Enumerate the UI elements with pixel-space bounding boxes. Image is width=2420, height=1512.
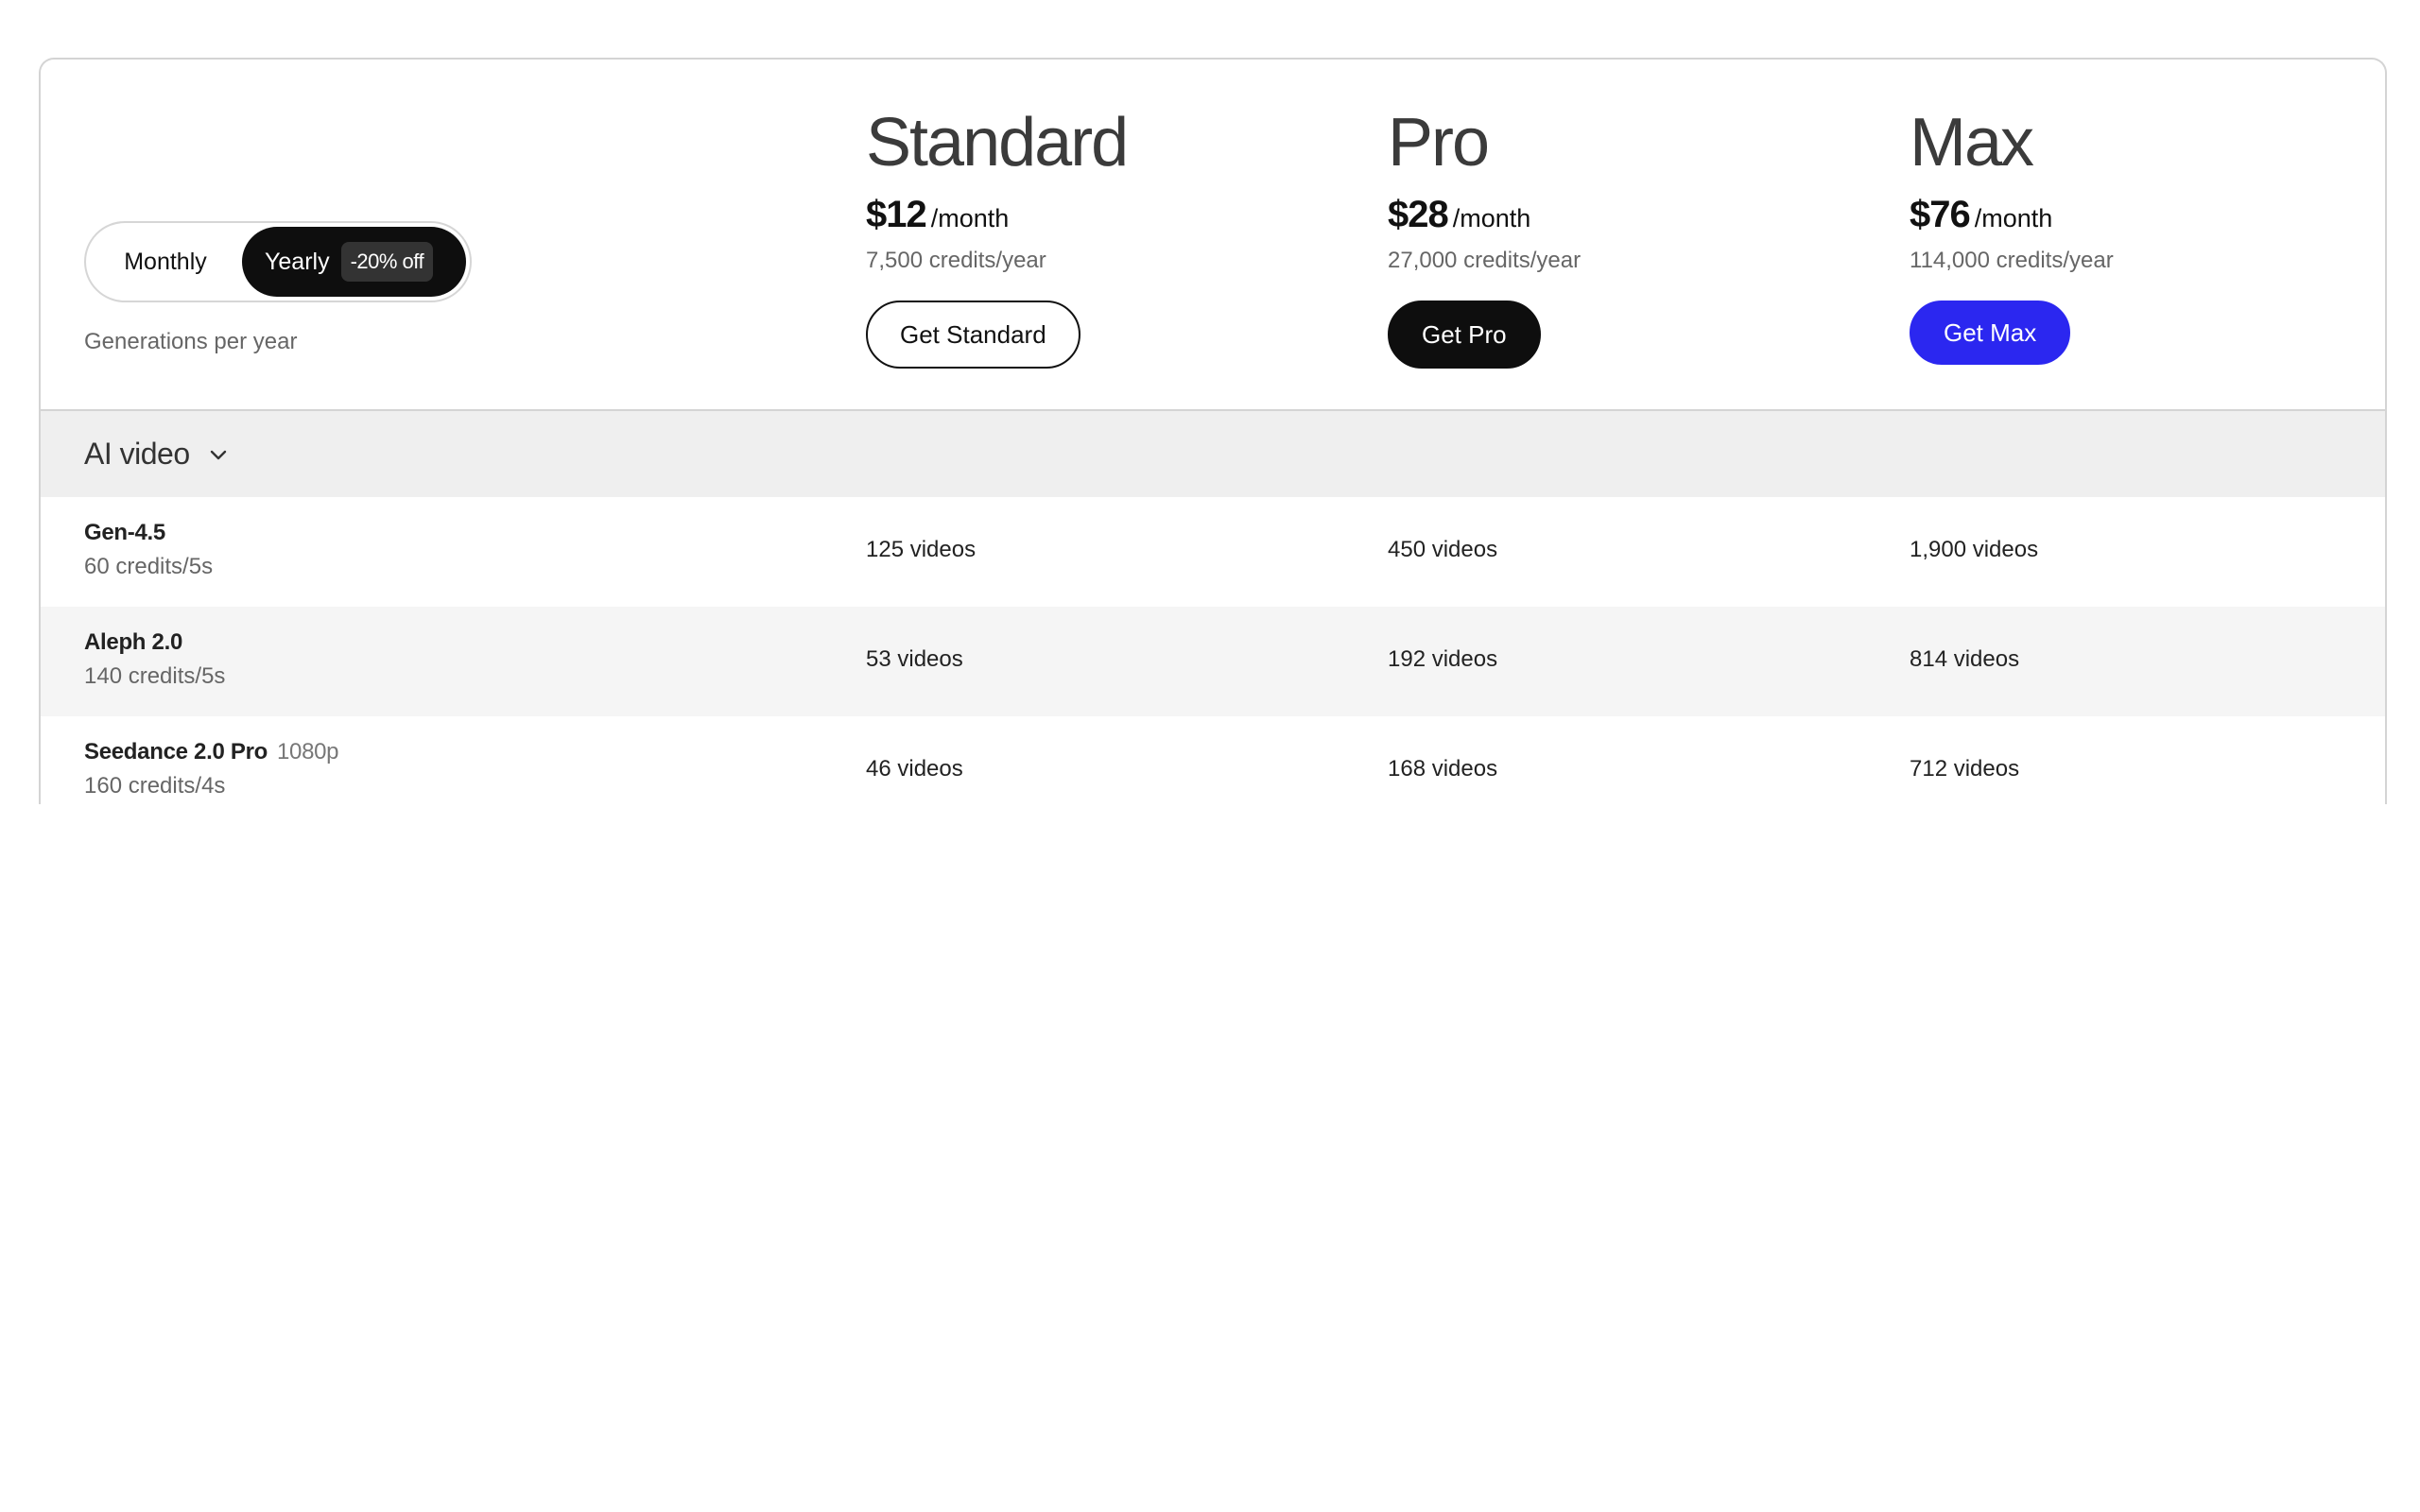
plan-standard: Standard $12 /month 7,500 credits/year G… bbox=[866, 97, 1129, 369]
pro-value: 192 videos bbox=[1388, 646, 1498, 672]
chevron-down-icon bbox=[207, 443, 230, 466]
plan-max: Max $76 /month 114,000 credits/year Get … bbox=[1910, 97, 2114, 365]
pricing-comparison-card: Monthly Yearly -20% off Generations per … bbox=[39, 58, 2387, 804]
table-row: Gen-4.5 60 credits/5s 125 videos 450 vid… bbox=[41, 497, 2385, 607]
get-pro-button[interactable]: Get Pro bbox=[1388, 301, 1541, 369]
ai-video-section-header[interactable]: AI video bbox=[41, 411, 2385, 497]
monthly-option[interactable]: Monthly bbox=[90, 227, 241, 297]
model-cost: 160 credits/4s bbox=[84, 773, 226, 799]
model-name: Aleph 2.0 bbox=[84, 629, 225, 656]
monthly-label: Monthly bbox=[124, 248, 207, 275]
standard-value: 125 videos bbox=[866, 537, 977, 562]
price-period: /month bbox=[930, 204, 1010, 232]
model-cost: 140 credits/5s bbox=[84, 663, 226, 689]
yearly-label: Yearly bbox=[265, 248, 330, 275]
pro-value: 450 videos bbox=[1388, 537, 1498, 562]
plan-price: $28 /month bbox=[1388, 194, 1581, 236]
model-cost: 60 credits/5s bbox=[84, 554, 214, 579]
max-value: 814 videos bbox=[1910, 646, 2020, 672]
model-info: Seedance 2.0 Pro 1080p 160 credits/4s bbox=[84, 739, 339, 799]
max-value: 712 videos bbox=[1910, 756, 2020, 782]
plan-credits: 114,000 credits/year bbox=[1910, 248, 2114, 273]
section-title: AI video bbox=[84, 437, 190, 471]
model-info: Aleph 2.0 140 credits/5s bbox=[84, 629, 225, 690]
price-period: /month bbox=[1974, 204, 2053, 232]
price-amount: $12 bbox=[866, 194, 927, 235]
discount-badge: -20% off bbox=[340, 242, 434, 282]
price-amount: $28 bbox=[1388, 194, 1449, 235]
model-name-text: Seedance 2.0 Pro bbox=[84, 739, 268, 765]
table-row: Seedance 2.0 Pro 1080p 160 credits/4s 46 … bbox=[41, 716, 2385, 804]
plan-name: Pro bbox=[1388, 105, 1490, 180]
get-max-button[interactable]: Get Max bbox=[1910, 301, 2071, 365]
plan-price: $12 /month bbox=[866, 194, 1127, 236]
plan-price: $76 /month bbox=[1910, 194, 2114, 236]
generations-per-year-label: Generations per year bbox=[84, 329, 298, 354]
get-standard-button[interactable]: Get Standard bbox=[866, 301, 1080, 369]
plan-pro: Pro $28 /month 27,000 credits/year Get P… bbox=[1388, 97, 1581, 369]
model-info: Gen-4.5 60 credits/5s bbox=[84, 520, 213, 580]
pro-value: 168 videos bbox=[1388, 756, 1498, 782]
model-name-text: Gen-4.5 bbox=[84, 520, 165, 545]
max-value: 1,900 videos bbox=[1910, 537, 2039, 562]
resolution-tag: 1080p bbox=[276, 739, 339, 765]
model-name-text: Aleph 2.0 bbox=[84, 629, 182, 655]
billing-period-toggle: Monthly Yearly -20% off bbox=[84, 221, 472, 302]
standard-value: 53 videos bbox=[866, 646, 963, 672]
model-name: Gen-4.5 bbox=[84, 520, 213, 546]
pricing-header: Monthly Yearly -20% off Generations per … bbox=[41, 60, 2385, 411]
standard-value: 46 videos bbox=[866, 756, 963, 782]
plan-credits: 7,500 credits/year bbox=[866, 248, 1046, 273]
model-name: Seedance 2.0 Pro 1080p bbox=[84, 739, 339, 765]
yearly-option[interactable]: Yearly -20% off bbox=[242, 227, 466, 297]
price-amount: $76 bbox=[1910, 194, 1971, 235]
plan-credits: 27,000 credits/year bbox=[1388, 248, 1582, 273]
plan-name: Standard bbox=[866, 105, 1129, 180]
table-row: Aleph 2.0 140 credits/5s 53 videos 192 v… bbox=[41, 607, 2385, 716]
price-period: /month bbox=[1452, 204, 1531, 232]
plan-name: Max bbox=[1910, 105, 2034, 180]
